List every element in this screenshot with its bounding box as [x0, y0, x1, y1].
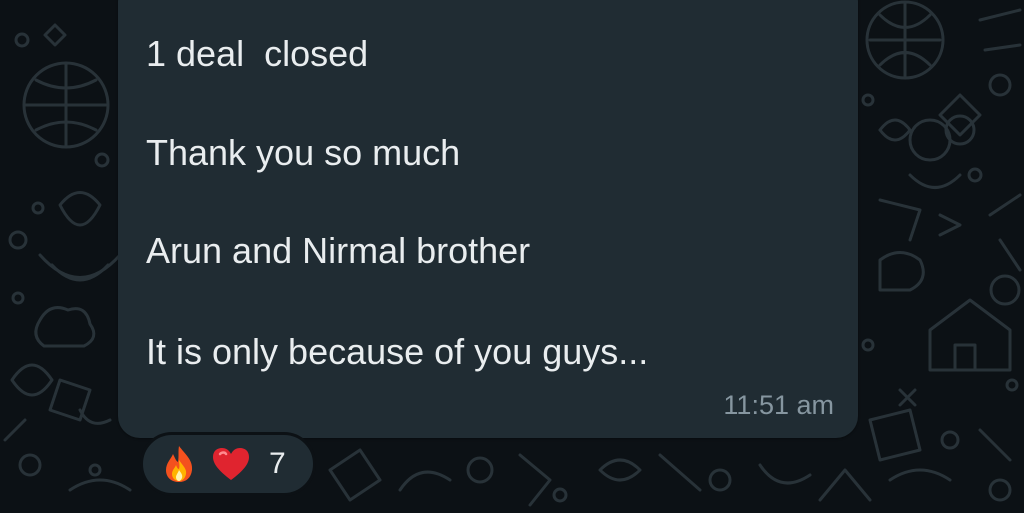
heart-icon [213, 448, 249, 480]
message-line: It is only because of you guys... [146, 331, 649, 372]
message-line: Arun and Nirmal brother [146, 230, 531, 271]
reactions-pill[interactable]: 7 [140, 432, 316, 496]
message-line: 1 deal closed [146, 33, 369, 74]
message-bubble[interactable]: 1 deal closed Thank you so much Arun and… [118, 0, 858, 438]
reaction-count: 7 [269, 447, 286, 480]
fire-icon [166, 446, 193, 482]
message-line: Thank you so much [146, 132, 461, 173]
chat-background: 1 deal closed Thank you so much Arun and… [0, 0, 1024, 513]
message-timestamp: 11:51 am [723, 390, 834, 420]
